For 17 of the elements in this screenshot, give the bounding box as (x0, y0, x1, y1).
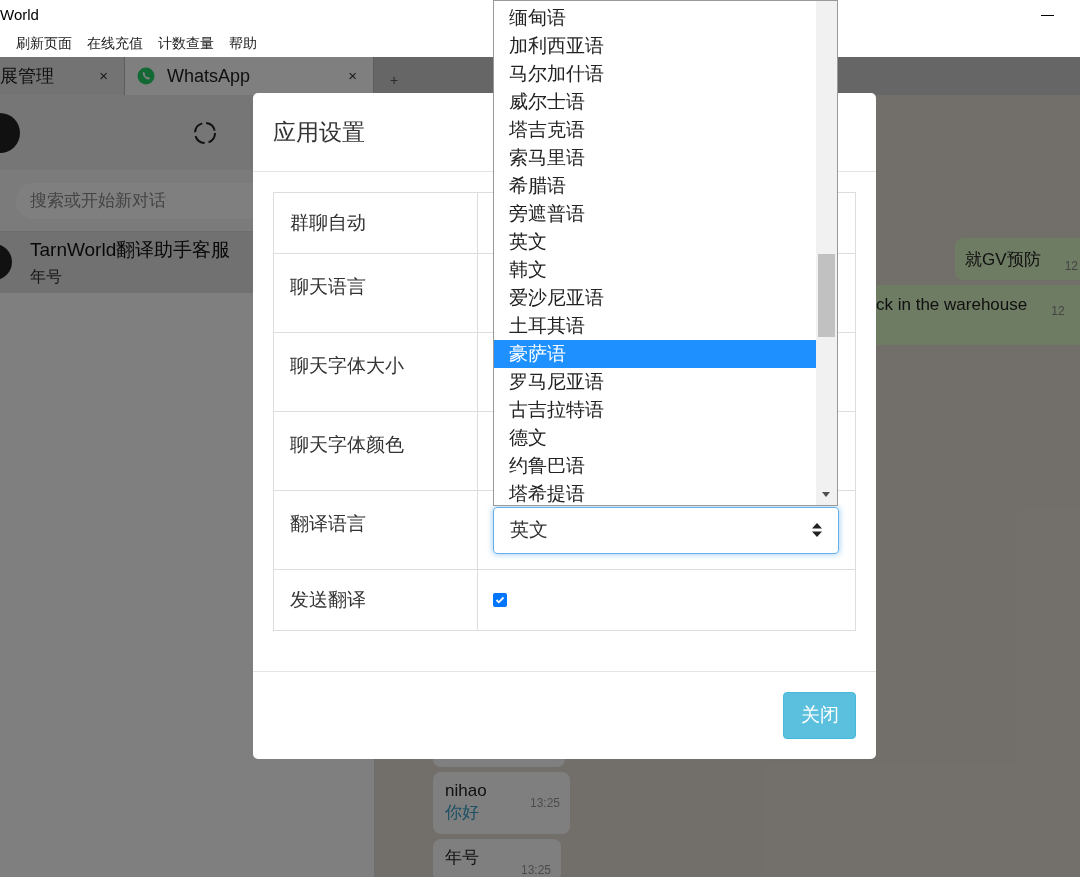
tab-label: 展管理 (0, 64, 54, 88)
tab-label: WhatsApp (167, 64, 251, 88)
window-title: World (0, 4, 39, 25)
chat-name: TarnWorld翻译助手客服 (30, 238, 231, 263)
setting-label: 发送翻译 (290, 587, 366, 612)
setting-label: 翻译语言 (290, 512, 366, 536)
translation-text: 你好 (445, 802, 480, 824)
message-time: 12 (1064, 258, 1078, 275)
message-time: 12 (1051, 303, 1065, 320)
message-text: 就GV预防 (965, 249, 1041, 271)
setting-label: 聊天字体大小 (290, 354, 404, 378)
setting-label: 聊天字体颜色 (290, 433, 404, 457)
message-text: 年号 (445, 847, 479, 869)
message-text: nihao (445, 780, 487, 802)
message-text: ck in the warehouse (876, 294, 1028, 316)
dialog-title: 应用设置 (273, 117, 365, 147)
chat-preview: 年号 (30, 266, 62, 287)
